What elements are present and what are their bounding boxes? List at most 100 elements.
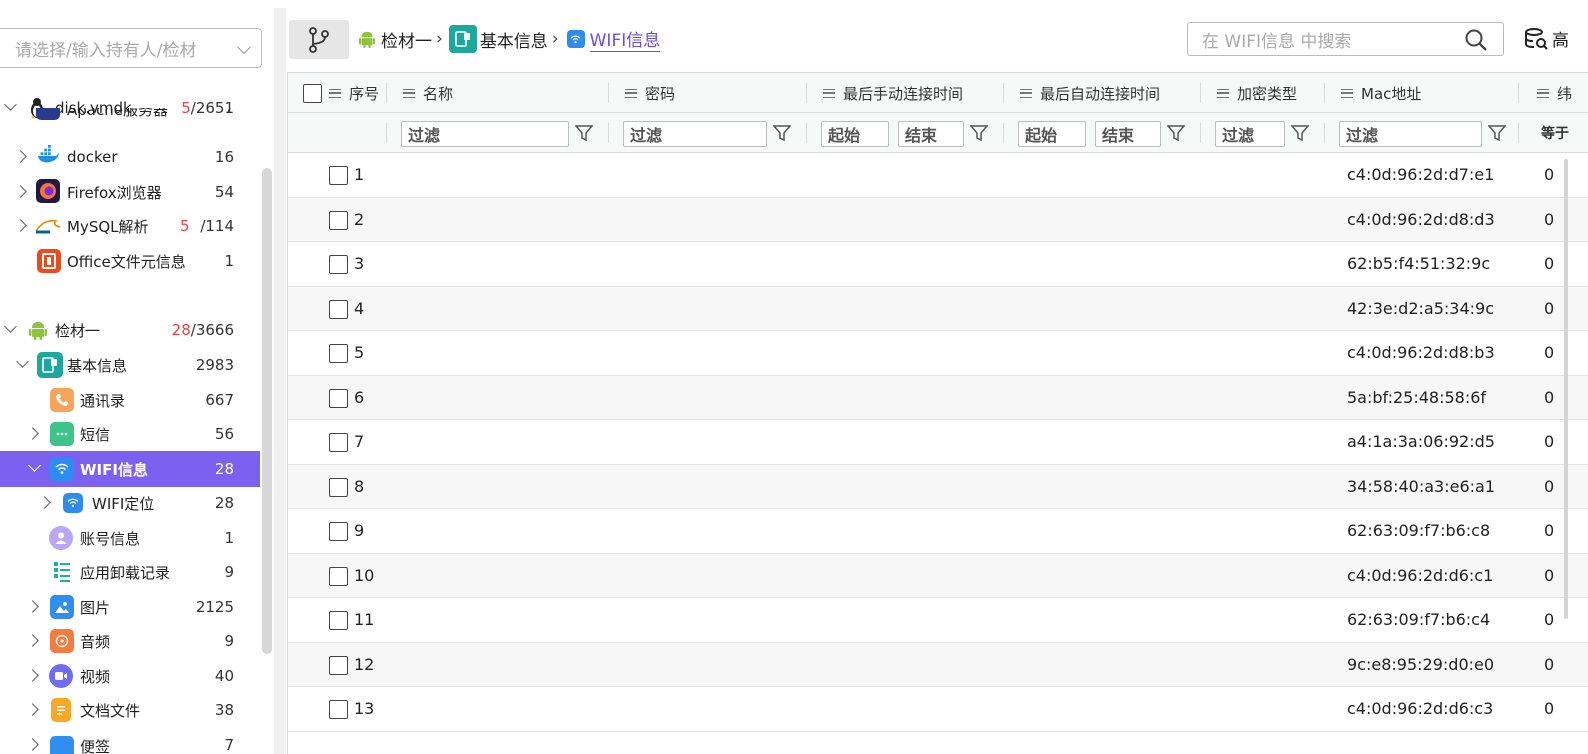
column-header-lat[interactable]: 纬 — [1537, 73, 1572, 113]
filter-manual-start[interactable]: 起始 — [821, 121, 889, 147]
chevron-right-icon[interactable] — [26, 703, 39, 716]
table-row[interactable]: 4 42:3e:d2:a5:34:9c 0 — [288, 286, 1588, 331]
chevron-right-icon[interactable] — [26, 738, 39, 751]
chevron-right-icon[interactable] — [26, 600, 39, 613]
column-menu-icon[interactable] — [1020, 88, 1032, 98]
column-header-index[interactable]: 序号 — [329, 73, 379, 113]
row-checkbox[interactable] — [329, 388, 348, 408]
tree-item-evidence-1[interactable]: 检材一 28/3666 — [0, 313, 260, 347]
select-all-checkbox[interactable] — [303, 83, 322, 103]
column-header-password[interactable]: 密码 — [625, 73, 675, 113]
column-menu-icon[interactable] — [329, 88, 341, 98]
holder-select[interactable]: 请选择/输入持有人/检材 — [0, 28, 262, 68]
chevron-down-icon[interactable] — [28, 459, 41, 472]
table-row[interactable]: 2 c4:0d:96:2d:d8:d3 0 — [288, 197, 1588, 242]
chevron-down-icon[interactable] — [236, 39, 252, 55]
table-row[interactable]: 13 c4:0d:96:2d:d6:c3 0 — [288, 687, 1588, 732]
filter-mac-input[interactable]: 过滤 — [1339, 121, 1482, 147]
table-row[interactable]: 10 c4:0d:96:2d:d6:c1 0 — [288, 553, 1588, 598]
tree-item-sms[interactable]: 短信 56 — [0, 417, 260, 451]
row-checkbox[interactable] — [329, 611, 348, 630]
chevron-right-icon[interactable] — [26, 634, 39, 647]
column-menu-icon[interactable] — [403, 88, 415, 98]
row-checkbox[interactable] — [329, 344, 348, 363]
filter-password-input[interactable]: 过滤 — [623, 121, 767, 147]
chevron-down-icon[interactable] — [4, 320, 17, 333]
column-divider[interactable] — [1518, 83, 1519, 103]
tree-item-account[interactable]: 账号信息 1 — [0, 521, 260, 555]
tree-item-video[interactable]: 视频 40 — [0, 659, 260, 693]
tree-item-office[interactable]: Office文件元信息 1 — [0, 244, 260, 278]
row-checkbox[interactable] — [329, 700, 348, 719]
column-header-name[interactable]: 名称 — [403, 73, 453, 113]
search-icon[interactable] — [1465, 29, 1487, 51]
tree-item-audio[interactable]: 音频 9 — [0, 624, 260, 658]
row-checkbox[interactable] — [329, 477, 348, 497]
table-row[interactable]: 3 62:b5:f4:51:32:9c 0 — [288, 242, 1588, 287]
column-menu-icon[interactable] — [1217, 88, 1229, 98]
table-row[interactable]: 11 62:63:09:f7:b6:c4 0 — [288, 598, 1588, 643]
column-menu-icon[interactable] — [625, 88, 637, 98]
filter-icon[interactable] — [1488, 124, 1506, 142]
row-checkbox[interactable] — [329, 566, 348, 586]
column-divider[interactable] — [806, 83, 807, 103]
column-divider[interactable] — [1324, 83, 1325, 103]
row-checkbox[interactable] — [329, 433, 348, 452]
breadcrumb-item-evidence[interactable]: 检材一 — [356, 27, 432, 52]
table-row[interactable]: 8 34:58:40:a3:e6:a1 0 — [288, 464, 1588, 509]
table-row[interactable]: 12 9c:e8:95:29:d0:e0 0 — [288, 642, 1588, 687]
chevron-right-icon[interactable] — [14, 150, 27, 163]
table-row[interactable]: 5 c4:0d:96:2d:d8:b3 0 — [288, 331, 1588, 376]
breadcrumb-item-wifi[interactable]: WIFI信息 — [565, 26, 661, 52]
row-checkbox[interactable] — [329, 255, 348, 274]
table-row[interactable]: 9 62:63:09:f7:b6:c8 0 — [288, 509, 1588, 554]
chevron-down-icon[interactable] — [16, 355, 29, 368]
filter-icon[interactable] — [1167, 124, 1185, 142]
tree-item-notes[interactable]: 便签 7 — [0, 728, 260, 754]
filter-encryption-input[interactable]: 过滤 — [1215, 121, 1285, 147]
column-divider[interactable] — [386, 83, 387, 103]
chevron-right-icon[interactable] — [26, 669, 39, 682]
tree-item-contacts[interactable]: 通讯录 667 — [0, 383, 260, 417]
filter-icon[interactable] — [575, 124, 593, 142]
filter-icon[interactable] — [970, 124, 988, 142]
filter-name-input[interactable]: 过滤 — [401, 121, 569, 147]
tree-item-documents[interactable]: 文档文件 38 — [0, 693, 260, 727]
chevron-right-icon[interactable] — [38, 496, 51, 509]
tree-item-docker[interactable]: docker 16 — [0, 140, 260, 174]
column-header-manual-time[interactable]: 最后手动连接时间 — [823, 73, 963, 113]
advanced-search-button[interactable]: 高 — [1524, 26, 1569, 51]
table-row[interactable]: 6 5a:bf:25:48:58:6f 0 — [288, 375, 1588, 420]
filter-icon[interactable] — [1291, 124, 1309, 142]
filter-icon[interactable] — [773, 124, 791, 142]
breadcrumb-item-basic-info[interactable]: 基本信息 — [448, 25, 548, 53]
column-header-encryption[interactable]: 加密类型 — [1217, 73, 1297, 113]
tree-item-basic-info[interactable]: 基本信息 2983 — [0, 348, 260, 382]
filter-lat-operator[interactable]: 等于 — [1541, 113, 1569, 153]
column-header-auto-time[interactable]: 最后自动连接时间 — [1020, 73, 1160, 113]
filter-manual-end[interactable]: 结束 — [898, 121, 964, 147]
branch-button[interactable] — [289, 20, 349, 59]
chevron-right-icon[interactable] — [26, 427, 39, 440]
row-checkbox[interactable] — [329, 299, 348, 319]
row-checkbox[interactable] — [329, 522, 348, 541]
tree-item-images[interactable]: 图片 2125 — [0, 590, 260, 624]
sidebar-scrollbar[interactable] — [262, 168, 272, 654]
table-row[interactable]: 7 a4:1a:3a:06:92:d5 0 — [288, 420, 1588, 465]
search-input[interactable]: 在 WIFI信息 中搜索 — [1187, 22, 1504, 56]
filter-auto-end[interactable]: 结束 — [1095, 121, 1161, 147]
column-divider[interactable] — [1003, 83, 1004, 103]
column-divider[interactable] — [1200, 83, 1201, 103]
tree-item-wifi-location[interactable]: WIFI定位 28 — [0, 486, 260, 520]
column-menu-icon[interactable] — [1537, 88, 1549, 98]
column-header-mac[interactable]: Mac地址 — [1341, 73, 1421, 113]
table-row[interactable]: 1 c4:0d:96:2d:d7:e1 0 — [288, 153, 1588, 198]
tree-item-firefox[interactable]: Firefox浏览器 54 — [0, 175, 260, 209]
tree-item-wifi-info[interactable]: WIFI信息 28 — [0, 451, 260, 487]
tree-item-uninstall[interactable]: 应用卸载记录 9 — [0, 555, 260, 589]
column-divider[interactable] — [608, 83, 609, 103]
column-menu-icon[interactable] — [823, 88, 835, 98]
tree-item-apache[interactable]: Apache服务器 7 — [0, 108, 260, 126]
chevron-right-icon[interactable] — [14, 185, 27, 198]
tree-item-mysql[interactable]: MySQL解析 5 /114 — [0, 209, 260, 243]
